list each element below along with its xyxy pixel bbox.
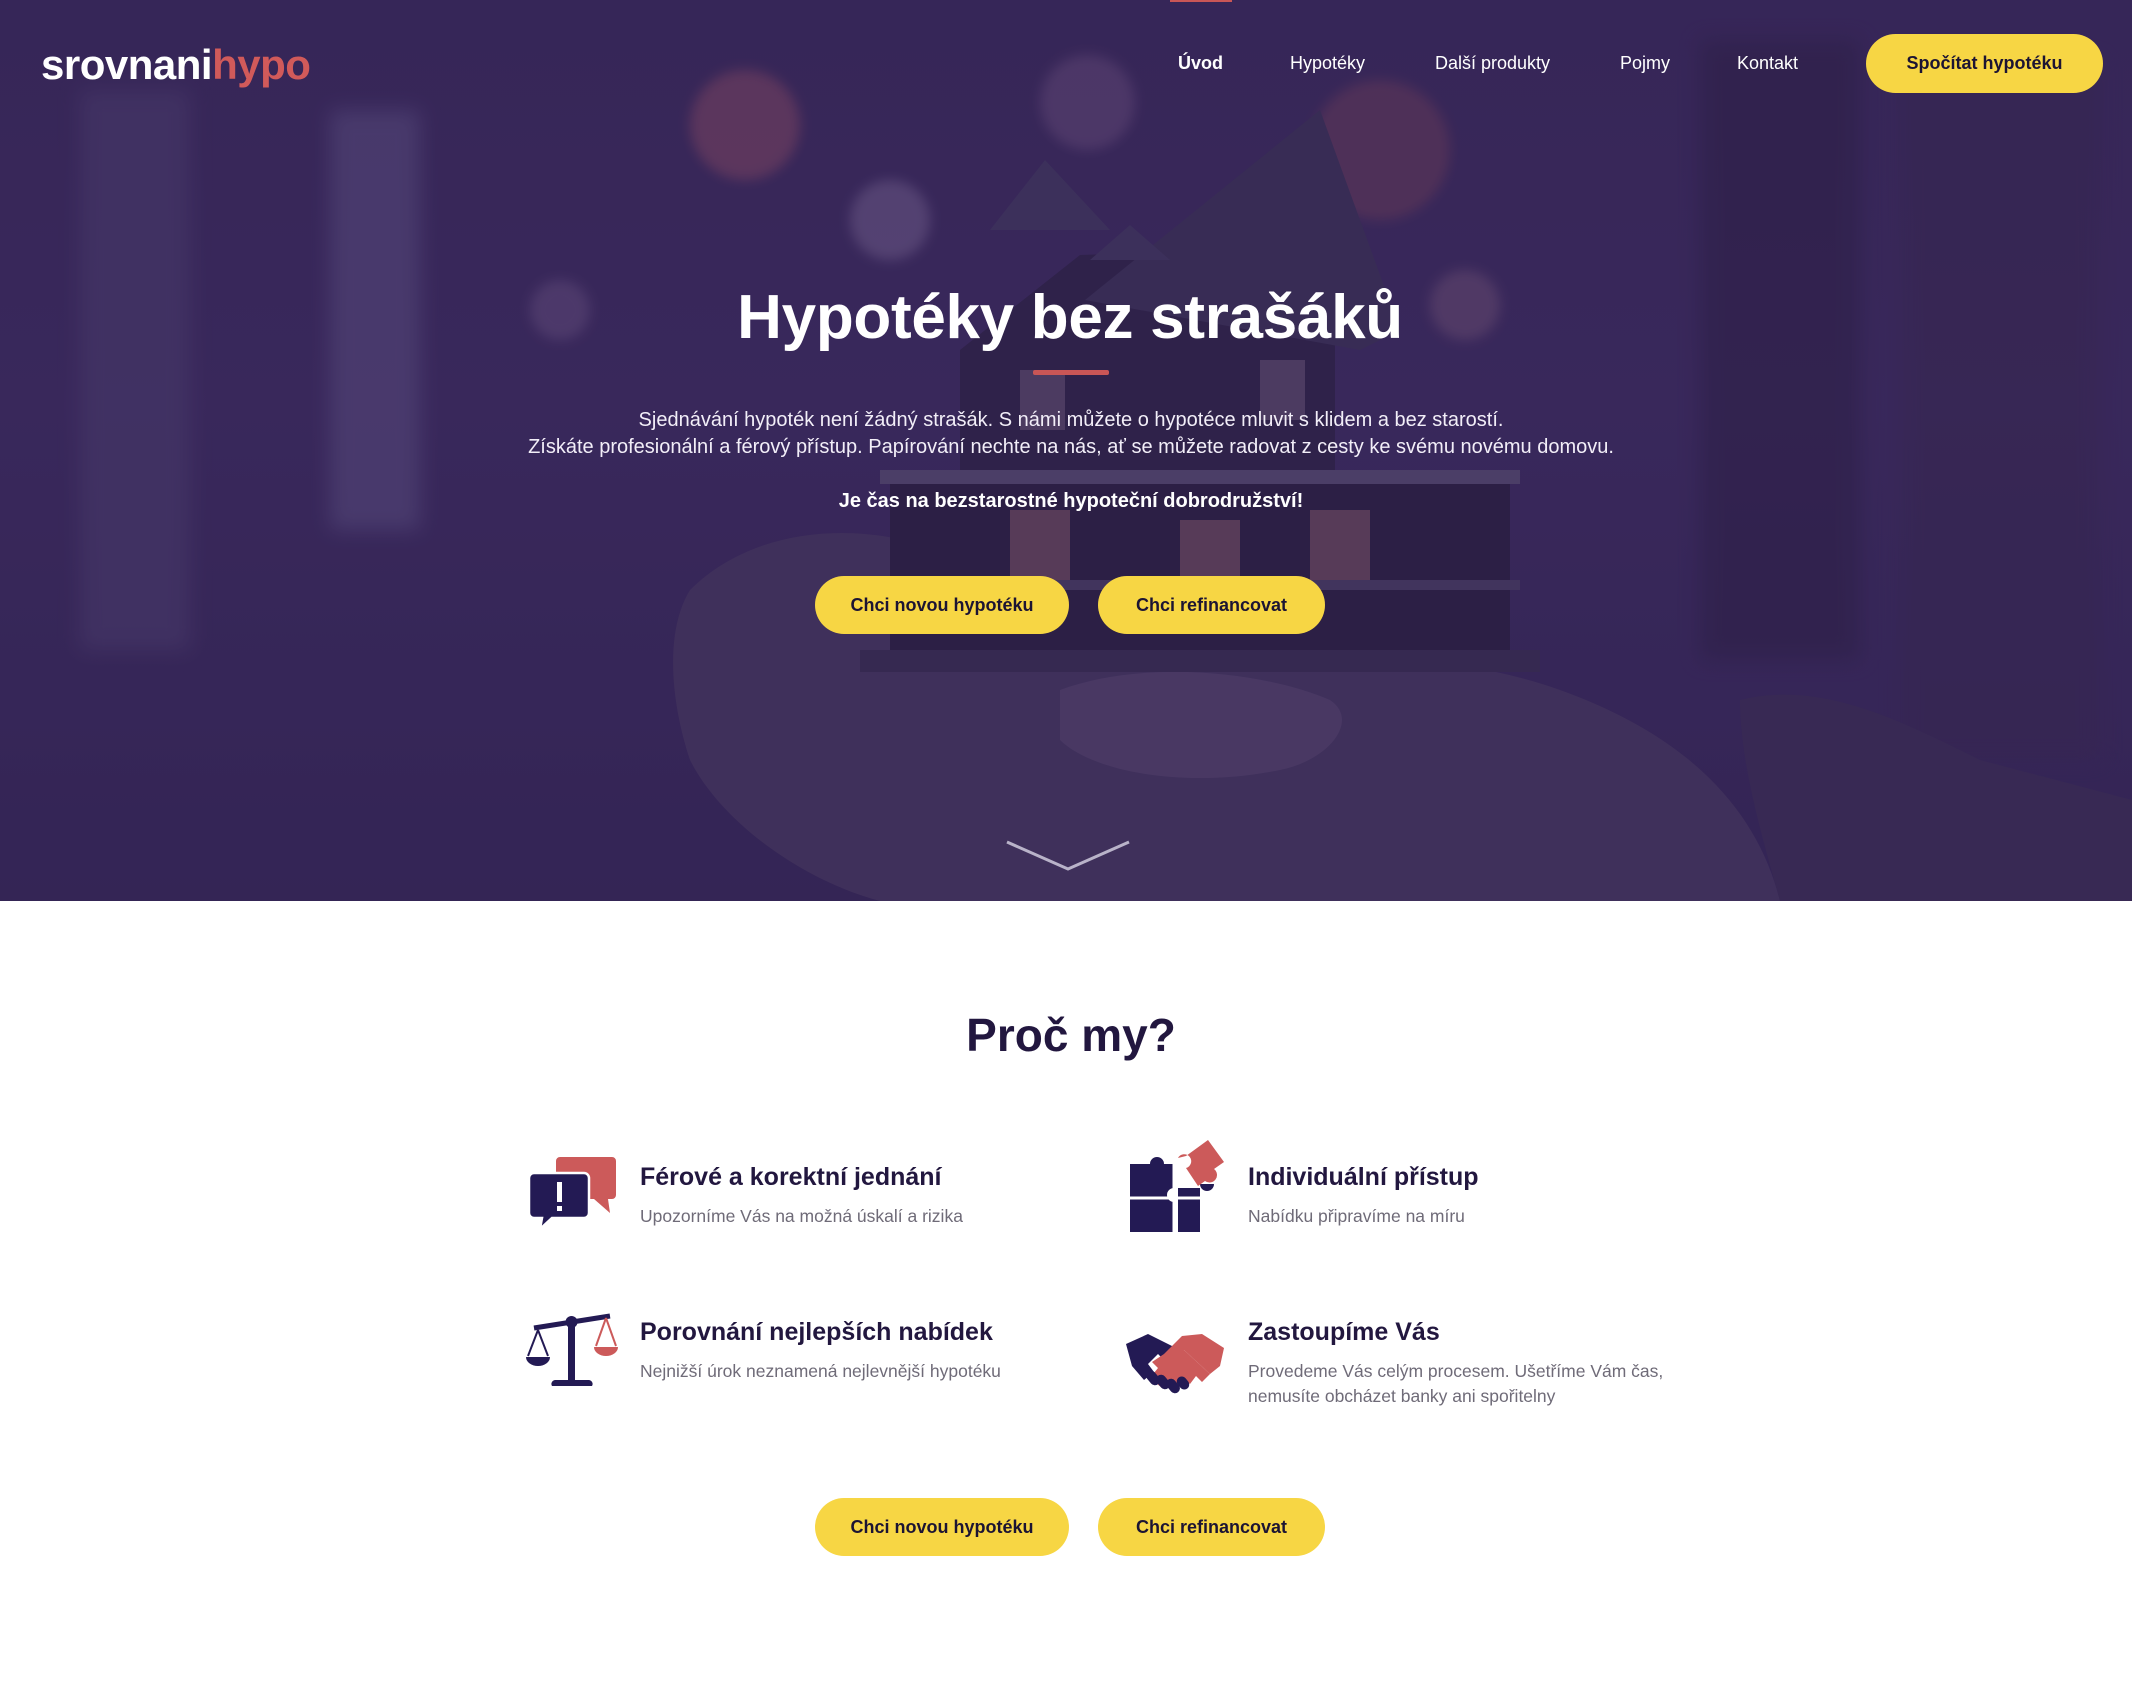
nav-item-kontakt[interactable]: Kontakt [1737, 53, 1798, 74]
feature-title-individual: Individuální přístup [1248, 1163, 1479, 1191]
feature-desc-represent-line2: nemusíte obcházet banky ani spořitelny [1248, 1386, 1556, 1406]
calculate-mortgage-button[interactable]: Spočítat hypotéku [1866, 34, 2103, 93]
why-us-title: Proč my? [966, 1009, 1176, 1061]
feature-title-compare: Porovnání nejlepších nabídek [640, 1318, 993, 1346]
feature-desc-fair: Upozorníme Vás na možná úskalí a rizika [640, 1206, 963, 1226]
feature-desc-compare: Nejnižší úrok neznamená nejlevnější hypo… [640, 1361, 1001, 1381]
handshake-icon [1126, 1334, 1224, 1394]
nav-item-pojmy[interactable]: Pojmy [1620, 53, 1670, 74]
main-nav: Úvod Hypotéky Další produkty Pojmy Konta… [0, 53, 2132, 83]
feature-title-represent: Zastoupíme Vás [1248, 1318, 1440, 1346]
scroll-down-chevron-icon[interactable] [1003, 838, 1133, 874]
feature-desc-represent-line1: Provedeme Vás celým procesem. Ušetříme V… [1248, 1361, 1664, 1381]
refinance-button-bottom[interactable]: Chci refinancovat [1098, 1498, 1325, 1556]
hero-text-line1: Sjednávání hypoték není žádný strašák. S… [638, 409, 1504, 431]
feature-title-fair: Férové a korektní jednání [640, 1163, 942, 1191]
refinance-button[interactable]: Chci refinancovat [1098, 576, 1325, 634]
active-indicator [1170, 0, 1232, 2]
hero-title: Hypotéky bez strašáků [737, 283, 1403, 352]
hero-tagline: Je čas na bezstarostné hypoteční dobrodr… [838, 490, 1304, 512]
new-mortgage-button[interactable]: Chci novou hypotéku [815, 576, 1069, 634]
nav-item-dalsi-produkty[interactable]: Další produkty [1435, 53, 1550, 74]
hero-text-line2: Získáte profesionální a férový přístup. … [528, 436, 1614, 458]
nav-item-hypoteky[interactable]: Hypotéky [1290, 53, 1365, 74]
speech-bubbles-icon [528, 1157, 616, 1231]
feature-desc-individual: Nabídku připravíme na míru [1248, 1206, 1465, 1226]
nav-item-uvod[interactable]: Úvod [1178, 53, 1223, 74]
puzzle-icon [1130, 1140, 1224, 1232]
new-mortgage-button-bottom[interactable]: Chci novou hypotéku [815, 1498, 1069, 1556]
scales-icon [526, 1313, 618, 1386]
title-underline [1033, 370, 1109, 375]
